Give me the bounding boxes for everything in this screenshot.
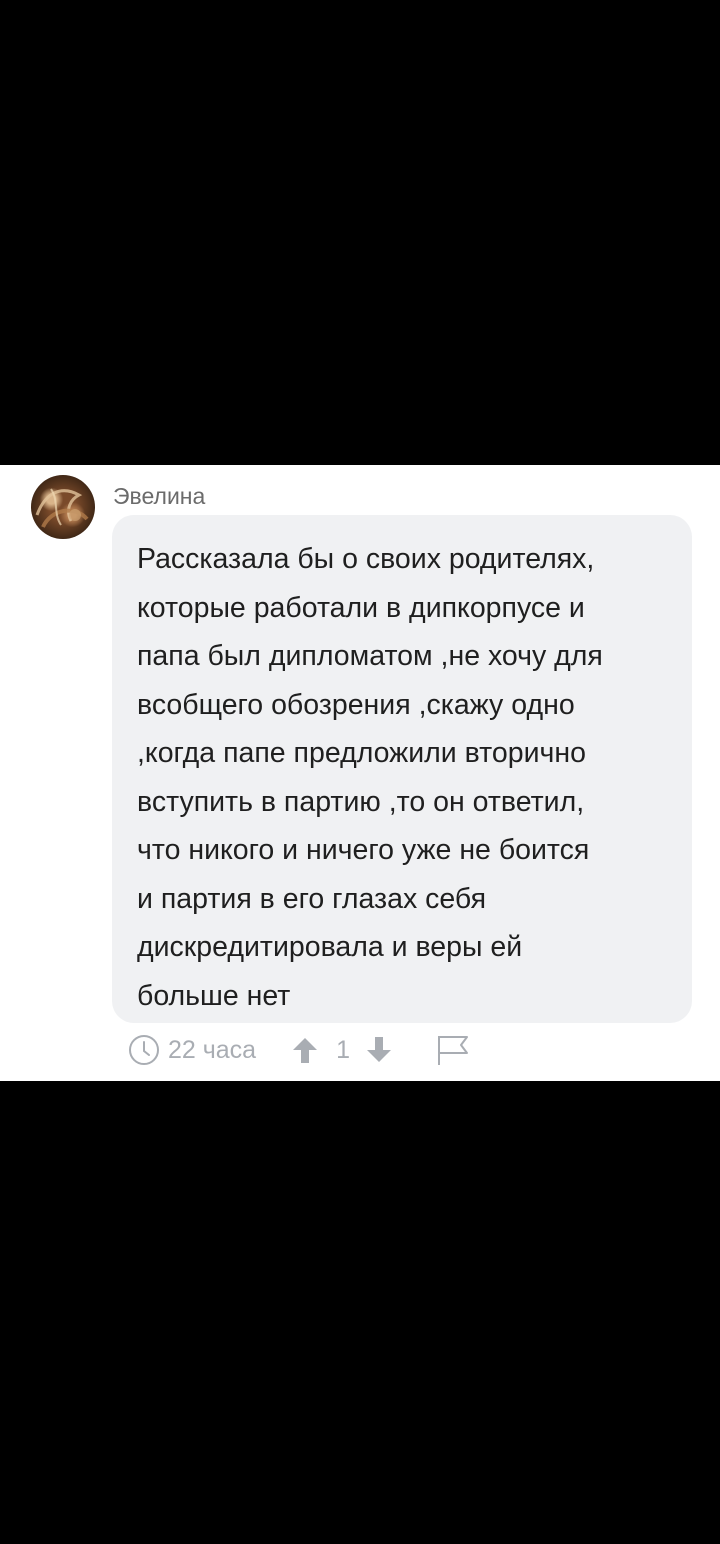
comment-time: 22 часа	[168, 1035, 257, 1064]
avatar[interactable]	[31, 475, 95, 539]
flag-icon[interactable]	[436, 1034, 470, 1066]
clock-icon	[128, 1034, 160, 1066]
avatar-image	[35, 488, 89, 528]
author-name[interactable]: Эвелина	[113, 482, 205, 510]
arrow-up-icon[interactable]	[290, 1035, 320, 1065]
comment-meta: 22 часа 1	[128, 1033, 470, 1067]
vote-score: 1	[336, 1035, 350, 1064]
comment-bubble: Рассказала бы о своих родителях, которые…	[112, 515, 692, 1023]
comment-text: Рассказала бы о своих родителях, которые…	[137, 543, 603, 1012]
arrow-down-icon[interactable]	[364, 1035, 394, 1065]
